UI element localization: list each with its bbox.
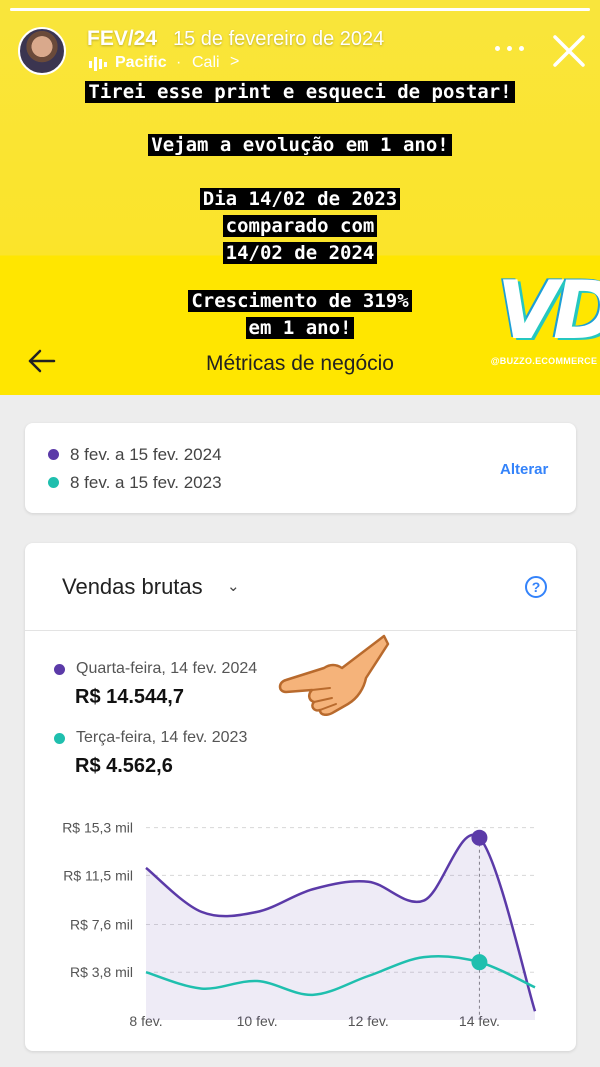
story-screen: FEV/24 15 de fevereiro de 2024 Pacific ·… (0, 0, 600, 1067)
y-tick-label: R$ 7,6 mil (70, 916, 133, 932)
overlay-text-line: Dia 14/02 de 2023 (0, 186, 600, 213)
previous-period-label: 8 fev. a 15 fev. 2023 (70, 473, 222, 492)
close-icon[interactable] (551, 33, 587, 69)
highlight-point (471, 829, 488, 846)
y-tick-label: R$ 15,3 mil (62, 820, 133, 836)
divider (25, 630, 576, 631)
story-progress-fill (10, 8, 590, 11)
y-tick-label: R$ 11,5 mil (63, 867, 133, 883)
sound-bars-icon (89, 57, 107, 71)
overlay-text-line: Vejam a evolução em 1 ano! (0, 132, 600, 159)
previous-day-dot (54, 733, 65, 744)
sales-title[interactable]: Vendas brutas (62, 574, 203, 600)
highlight-point (471, 954, 488, 971)
avatar[interactable] (18, 27, 66, 75)
sales-line-chart: R$ 15,3 mil R$ 11,5 mil R$ 7,6 mil R$ 3,8 m… (62, 820, 537, 1029)
chevron-down-icon[interactable]: ⌄ (227, 577, 240, 595)
overlay-text-line: comparado com (0, 213, 600, 240)
music-separator: · (176, 54, 182, 71)
period-card: 8 fev. a 15 fev. 2024 8 fev. a 15 fev. 2… (25, 423, 576, 513)
current-day-label: Quarta-feira, 14 fev. 2024 (76, 660, 258, 677)
page-title: Métricas de negócio (206, 352, 394, 375)
more-icon[interactable] (494, 38, 526, 58)
chevron-right-icon[interactable]: > (230, 53, 239, 71)
pointing-hand-icon (278, 634, 390, 716)
music-artist[interactable]: Cali (192, 54, 220, 72)
help-icon[interactable]: ? (525, 576, 547, 598)
current-period-dot (48, 449, 59, 460)
change-period-button[interactable]: Alterar (500, 461, 548, 478)
overlay-text-line: 14/02 de 2024 (0, 240, 600, 267)
series-area (146, 834, 535, 1020)
current-day-dot (54, 664, 65, 675)
vdv-logo-text: VDV (497, 264, 600, 357)
overlay-text-line: Tirei esse print e esqueci de postar! (0, 79, 600, 106)
y-tick-label: R$ 3,8 mil (70, 964, 133, 980)
music-title[interactable]: Pacific (115, 54, 167, 72)
previous-day-value: R$ 4.562,6 (75, 755, 173, 777)
story-date: 15 de fevereiro de 2024 (173, 28, 385, 50)
current-day-value: R$ 14.544,7 (75, 686, 184, 708)
current-period-label: 8 fev. a 15 fev. 2024 (70, 445, 222, 464)
previous-day-label: Terça-feira, 14 fev. 2023 (76, 729, 248, 746)
story-progress-bar (10, 8, 590, 11)
previous-period-dot (48, 477, 59, 488)
story-title[interactable]: FEV/24 (87, 27, 157, 51)
